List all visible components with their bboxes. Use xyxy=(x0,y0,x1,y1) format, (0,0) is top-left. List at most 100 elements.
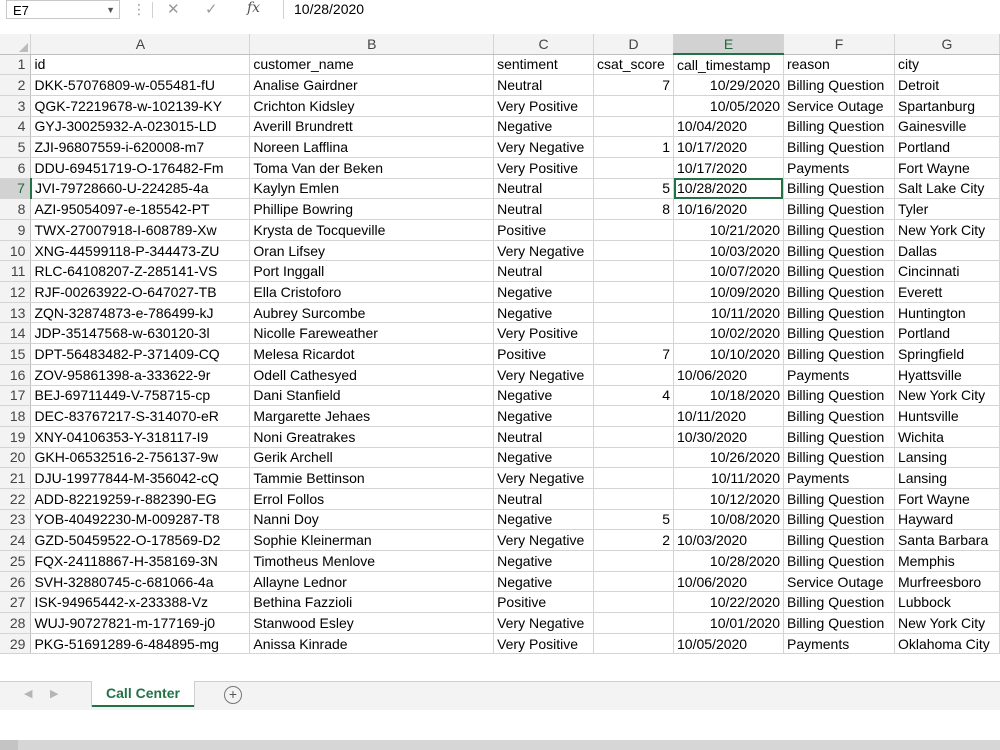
cell-a10[interactable]: XNG-44599118-P-344473-ZU xyxy=(30,240,251,262)
cell-b10[interactable]: Oran Lifsey xyxy=(249,240,495,262)
cell-e9[interactable]: 10/21/2020 xyxy=(673,219,784,241)
cell-e3[interactable]: 10/05/2020 xyxy=(673,95,784,117)
cell-e4[interactable]: 10/04/2020 xyxy=(673,116,784,138)
cell-f26[interactable]: Service Outage xyxy=(783,571,895,593)
cell-g2[interactable]: Detroit xyxy=(894,74,1000,96)
cell-a1[interactable]: id xyxy=(30,54,251,76)
cell-e24[interactable]: 10/03/2020 xyxy=(673,529,784,551)
cell-b8[interactable]: Phillipe Bowring xyxy=(249,198,495,220)
cell-a6[interactable]: DDU-69451719-O-176482-Fm xyxy=(30,157,251,179)
cell-f23[interactable]: Billing Question xyxy=(783,509,895,531)
row-header[interactable]: 15 xyxy=(0,343,32,365)
row-header[interactable]: 5 xyxy=(0,136,32,158)
prev-sheet-icon[interactable]: ◀ xyxy=(24,687,32,700)
cell-b25[interactable]: Timotheus Menlove xyxy=(249,550,495,572)
cell-e26[interactable]: 10/06/2020 xyxy=(673,571,784,593)
cell-g20[interactable]: Lansing xyxy=(894,447,1000,469)
row-header[interactable]: 14 xyxy=(0,322,32,345)
cell-f9[interactable]: Billing Question xyxy=(783,219,895,241)
cell-d7[interactable]: 5 xyxy=(593,178,675,200)
row-header[interactable]: 11 xyxy=(0,260,32,283)
cell-g29[interactable]: Oklahoma City xyxy=(894,633,1000,655)
cell-f21[interactable]: Payments xyxy=(783,467,895,489)
cell-c20[interactable]: Negative xyxy=(493,447,595,469)
row-header[interactable]: 24 xyxy=(0,529,32,551)
cell-g11[interactable]: Cincinnati xyxy=(894,260,1000,283)
cell-b23[interactable]: Nanni Doy xyxy=(249,509,495,531)
cell-g27[interactable]: Lubbock xyxy=(894,591,1000,614)
row-header[interactable]: 7 xyxy=(0,178,32,200)
cell-a18[interactable]: DEC-83767217-S-314070-eR xyxy=(30,405,251,427)
cell-d3[interactable] xyxy=(593,95,675,117)
cell-f8[interactable]: Billing Question xyxy=(783,198,895,220)
row-header[interactable]: 8 xyxy=(0,198,32,220)
row-header[interactable]: 16 xyxy=(0,364,32,386)
cell-a2[interactable]: DKK-57076809-w-055481-fU xyxy=(30,74,251,96)
cell-d4[interactable] xyxy=(593,116,675,138)
cell-c6[interactable]: Very Positive xyxy=(493,157,595,179)
row-header[interactable]: 18 xyxy=(0,405,32,427)
cell-e19[interactable]: 10/30/2020 xyxy=(673,426,784,448)
cell-a25[interactable]: FQX-24118867-H-358169-3N xyxy=(30,550,251,572)
cell-f11[interactable]: Billing Question xyxy=(783,260,895,283)
cell-f18[interactable]: Billing Question xyxy=(783,405,895,427)
cell-e6[interactable]: 10/17/2020 xyxy=(673,157,784,179)
cell-a12[interactable]: RJF-00263922-O-647027-TB xyxy=(30,281,251,303)
cell-a13[interactable]: ZQN-32874873-e-786499-kJ xyxy=(30,302,251,324)
cell-c22[interactable]: Neutral xyxy=(493,488,595,510)
cell-c28[interactable]: Very Negative xyxy=(493,612,595,634)
row-header[interactable]: 17 xyxy=(0,385,32,407)
cell-d27[interactable] xyxy=(593,591,675,614)
cell-e12[interactable]: 10/09/2020 xyxy=(673,281,784,303)
cell-a14[interactable]: JDP-35147568-w-630120-3l xyxy=(30,322,251,345)
cell-e8[interactable]: 10/16/2020 xyxy=(673,198,784,220)
cell-c3[interactable]: Very Positive xyxy=(493,95,595,117)
insert-function-icon[interactable]: fx xyxy=(247,0,260,16)
cell-c15[interactable]: Positive xyxy=(493,343,595,365)
cell-d11[interactable] xyxy=(593,260,675,283)
cell-a20[interactable]: GKH-06532516-2-756137-9w xyxy=(30,447,251,469)
column-header-f[interactable]: F xyxy=(783,34,895,55)
chevron-down-icon[interactable]: ▼ xyxy=(106,1,115,20)
cell-a17[interactable]: BEJ-69711449-V-758715-cp xyxy=(30,385,251,407)
cell-b20[interactable]: Gerik Archell xyxy=(249,447,495,469)
cell-f28[interactable]: Billing Question xyxy=(783,612,895,634)
cell-g6[interactable]: Fort Wayne xyxy=(894,157,1000,179)
cell-c19[interactable]: Neutral xyxy=(493,426,595,448)
cell-b13[interactable]: Aubrey Surcombe xyxy=(249,302,495,324)
row-header[interactable]: 28 xyxy=(0,612,32,634)
cell-b3[interactable]: Crichton Kidsley xyxy=(249,95,495,117)
cell-g4[interactable]: Gainesville xyxy=(894,116,1000,138)
cell-b12[interactable]: Ella Cristoforo xyxy=(249,281,495,303)
cell-c26[interactable]: Negative xyxy=(493,571,595,593)
cell-b28[interactable]: Stanwood Esley xyxy=(249,612,495,634)
cell-e11[interactable]: 10/07/2020 xyxy=(673,260,784,283)
cell-d18[interactable] xyxy=(593,405,675,427)
cell-f15[interactable]: Billing Question xyxy=(783,343,895,365)
cell-c11[interactable]: Neutral xyxy=(493,260,595,283)
row-header[interactable]: 6 xyxy=(0,157,32,179)
cell-d25[interactable] xyxy=(593,550,675,572)
row-header[interactable]: 21 xyxy=(0,467,32,489)
select-all-button[interactable] xyxy=(0,34,32,55)
sheet-tab-call-center[interactable]: Call Center xyxy=(92,681,194,707)
cell-f25[interactable]: Billing Question xyxy=(783,550,895,572)
column-header-b[interactable]: B xyxy=(249,34,495,55)
cell-f4[interactable]: Billing Question xyxy=(783,116,895,138)
cell-c16[interactable]: Very Negative xyxy=(493,364,595,386)
cell-d13[interactable] xyxy=(593,302,675,324)
cell-e17[interactable]: 10/18/2020 xyxy=(673,385,784,407)
cell-g28[interactable]: New York City xyxy=(894,612,1000,634)
cell-a4[interactable]: GYJ-30025932-A-023015-LD xyxy=(30,116,251,138)
cell-e28[interactable]: 10/01/2020 xyxy=(673,612,784,634)
cell-d29[interactable] xyxy=(593,633,675,655)
cell-e21[interactable]: 10/11/2020 xyxy=(673,467,784,489)
row-header[interactable]: 26 xyxy=(0,571,32,593)
cell-b27[interactable]: Bethina Fazzioli xyxy=(249,591,495,614)
cell-d22[interactable] xyxy=(593,488,675,510)
row-header[interactable]: 4 xyxy=(0,116,32,138)
column-header-g[interactable]: G xyxy=(894,34,1000,55)
cell-b15[interactable]: Melesa Ricardot xyxy=(249,343,495,365)
cell-e2[interactable]: 10/29/2020 xyxy=(673,74,784,96)
cell-d24[interactable]: 2 xyxy=(593,529,675,551)
